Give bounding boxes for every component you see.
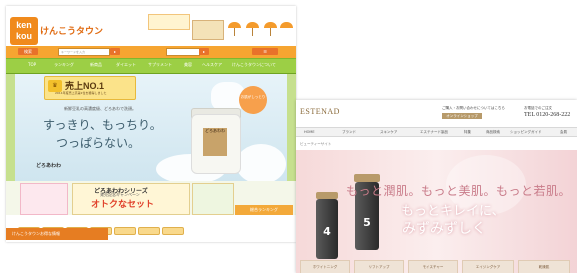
umbrella-pole — [234, 28, 235, 36]
kenkou-town-page: ken kou けんこうタウン 検索 キーワードを入力 ▸ ▸ ☰ TOP ラン… — [6, 6, 296, 242]
feature-circle-badge: お肌がしっとり — [239, 86, 267, 114]
hero-headline-1: すっきり、もっちり。 — [43, 118, 162, 132]
nav-member[interactable]: 会員 — [560, 129, 567, 135]
badge-text: お肌がしっとり — [240, 95, 266, 99]
hero-headline-3: みずみずしく — [402, 222, 486, 237]
product-pill[interactable] — [138, 227, 160, 235]
main-nav: TOP ランキング 新商品 ダイエット サプリメント 美容 ヘルスケア けんこう… — [6, 58, 296, 74]
logo-bottom-text: kou — [15, 31, 32, 41]
site-name: けんこうタウン — [40, 26, 104, 36]
sales-award-badge: ♛ 売上NO.1 2011年度売上高第1位を獲得しました — [44, 76, 136, 100]
tel-label: お電話でのご注文 — [524, 106, 552, 110]
category-tab[interactable]: モイスチャー — [408, 260, 458, 273]
category-tab[interactable]: 乾燥肌 — [518, 260, 570, 273]
umbrella-pole — [270, 28, 271, 36]
logo-top-text: ken — [16, 20, 32, 30]
product-pill[interactable] — [162, 227, 184, 235]
product-tube: 4 — [316, 199, 338, 259]
umbrella-pole — [252, 28, 253, 36]
nav-item-beauty[interactable]: 美容 — [184, 62, 192, 68]
nav-item-diet[interactable]: ダイエット — [116, 62, 136, 68]
foam-decoration — [236, 144, 286, 181]
category-tab[interactable]: エイジングケア — [462, 260, 514, 273]
breadcrumb[interactable]: ビューティーサイト — [300, 142, 331, 147]
promo-thumb-left[interactable] — [20, 183, 68, 215]
inquiry-text[interactable]: ご購入・お問い合わせについてはこちら — [442, 106, 505, 111]
hero-side-decoration — [287, 74, 296, 181]
nav-home[interactable]: HOME — [304, 129, 315, 135]
brand-nav: HOME ブランド スキンケア エステナード製品 特集 商品検索 ショッピングガ… — [296, 127, 577, 137]
product-label: どろあわわ — [203, 128, 227, 156]
nav-item-ranking[interactable]: ランキング — [54, 62, 74, 68]
search-label-button[interactable]: 検索 — [18, 48, 38, 55]
nav-item-supplement[interactable]: サプリメント — [148, 62, 172, 68]
nav-search[interactable]: 商品検索 — [486, 129, 500, 135]
nav-item-about[interactable]: けんこうタウンについて — [232, 62, 292, 68]
category-tab[interactable]: ホワイトニング — [300, 260, 350, 273]
nav-special[interactable]: 特集 — [464, 129, 471, 135]
nav-skincare[interactable]: スキンケア — [380, 129, 397, 135]
site-logo[interactable]: ken kou — [10, 17, 38, 45]
town-building-illustration — [192, 20, 224, 40]
online-shop-button[interactable]: オンラインショップ — [442, 113, 482, 119]
nav-item-healthcare[interactable]: ヘルスケア — [202, 62, 222, 68]
info-bar[interactable]: けんこうタウンお得な情報 — [6, 228, 108, 240]
promo-deal: オトクなセット — [91, 199, 155, 209]
nav-item-top[interactable]: TOP — [28, 62, 36, 67]
header-info-box[interactable] — [148, 14, 190, 30]
estenad-page: ESTENAD ご購入・お問い合わせについてはこちら オンラインショップ お電話… — [296, 100, 577, 273]
product-pill[interactable] — [114, 227, 136, 235]
search-input[interactable]: キーワードを入力 — [58, 48, 110, 56]
hero-headline-2: つっぱらない。 — [56, 136, 141, 150]
brand-logo[interactable]: ESTENAD — [300, 107, 340, 116]
search-button[interactable]: ▸ — [110, 48, 120, 55]
cart-button[interactable]: ☰ — [252, 48, 278, 55]
nav-products[interactable]: エステナード製品 — [420, 129, 448, 135]
tel-number: TEL 0120-268-222 — [524, 112, 571, 118]
product-tube-cap — [354, 174, 380, 182]
ranking-header[interactable]: 総合ランキング — [235, 205, 293, 215]
secondary-input[interactable] — [166, 48, 200, 56]
hero-headline-2: もっとキレイに、 — [401, 203, 505, 218]
hero-side-decoration — [6, 74, 15, 181]
product-tube-cap — [316, 192, 338, 199]
promo-thumb-right[interactable] — [192, 183, 234, 215]
nav-item-new[interactable]: 新商品 — [90, 62, 102, 68]
hero-banner[interactable]: ♛ 売上NO.1 2011年度売上高第1位を獲得しました 新鮮豆乳の高濃度級、ど… — [6, 74, 296, 181]
umbrella-icon — [280, 22, 293, 28]
secondary-search-button[interactable]: ▸ — [199, 48, 209, 55]
nav-brand[interactable]: ブランド — [342, 129, 356, 135]
nav-guide[interactable]: ショッピングガイド — [510, 129, 542, 135]
hero-headline-1: もっと潤肌。もっと美肌。もっと若肌。 — [346, 184, 572, 198]
tube-number: 4 — [323, 225, 331, 238]
hero-small-copy: 新鮮豆乳の高濃度級、どろあわで洗顔。 — [64, 106, 136, 111]
search-bar: 検索 キーワードを入力 ▸ ▸ ☰ — [6, 46, 296, 58]
award-subtitle: 2011年度売上高第1位を獲得しました — [55, 91, 107, 95]
category-tab[interactable]: リフトアップ — [354, 260, 404, 273]
product-logo: どろあわわ — [36, 164, 62, 169]
top-utility-text — [6, 6, 296, 12]
